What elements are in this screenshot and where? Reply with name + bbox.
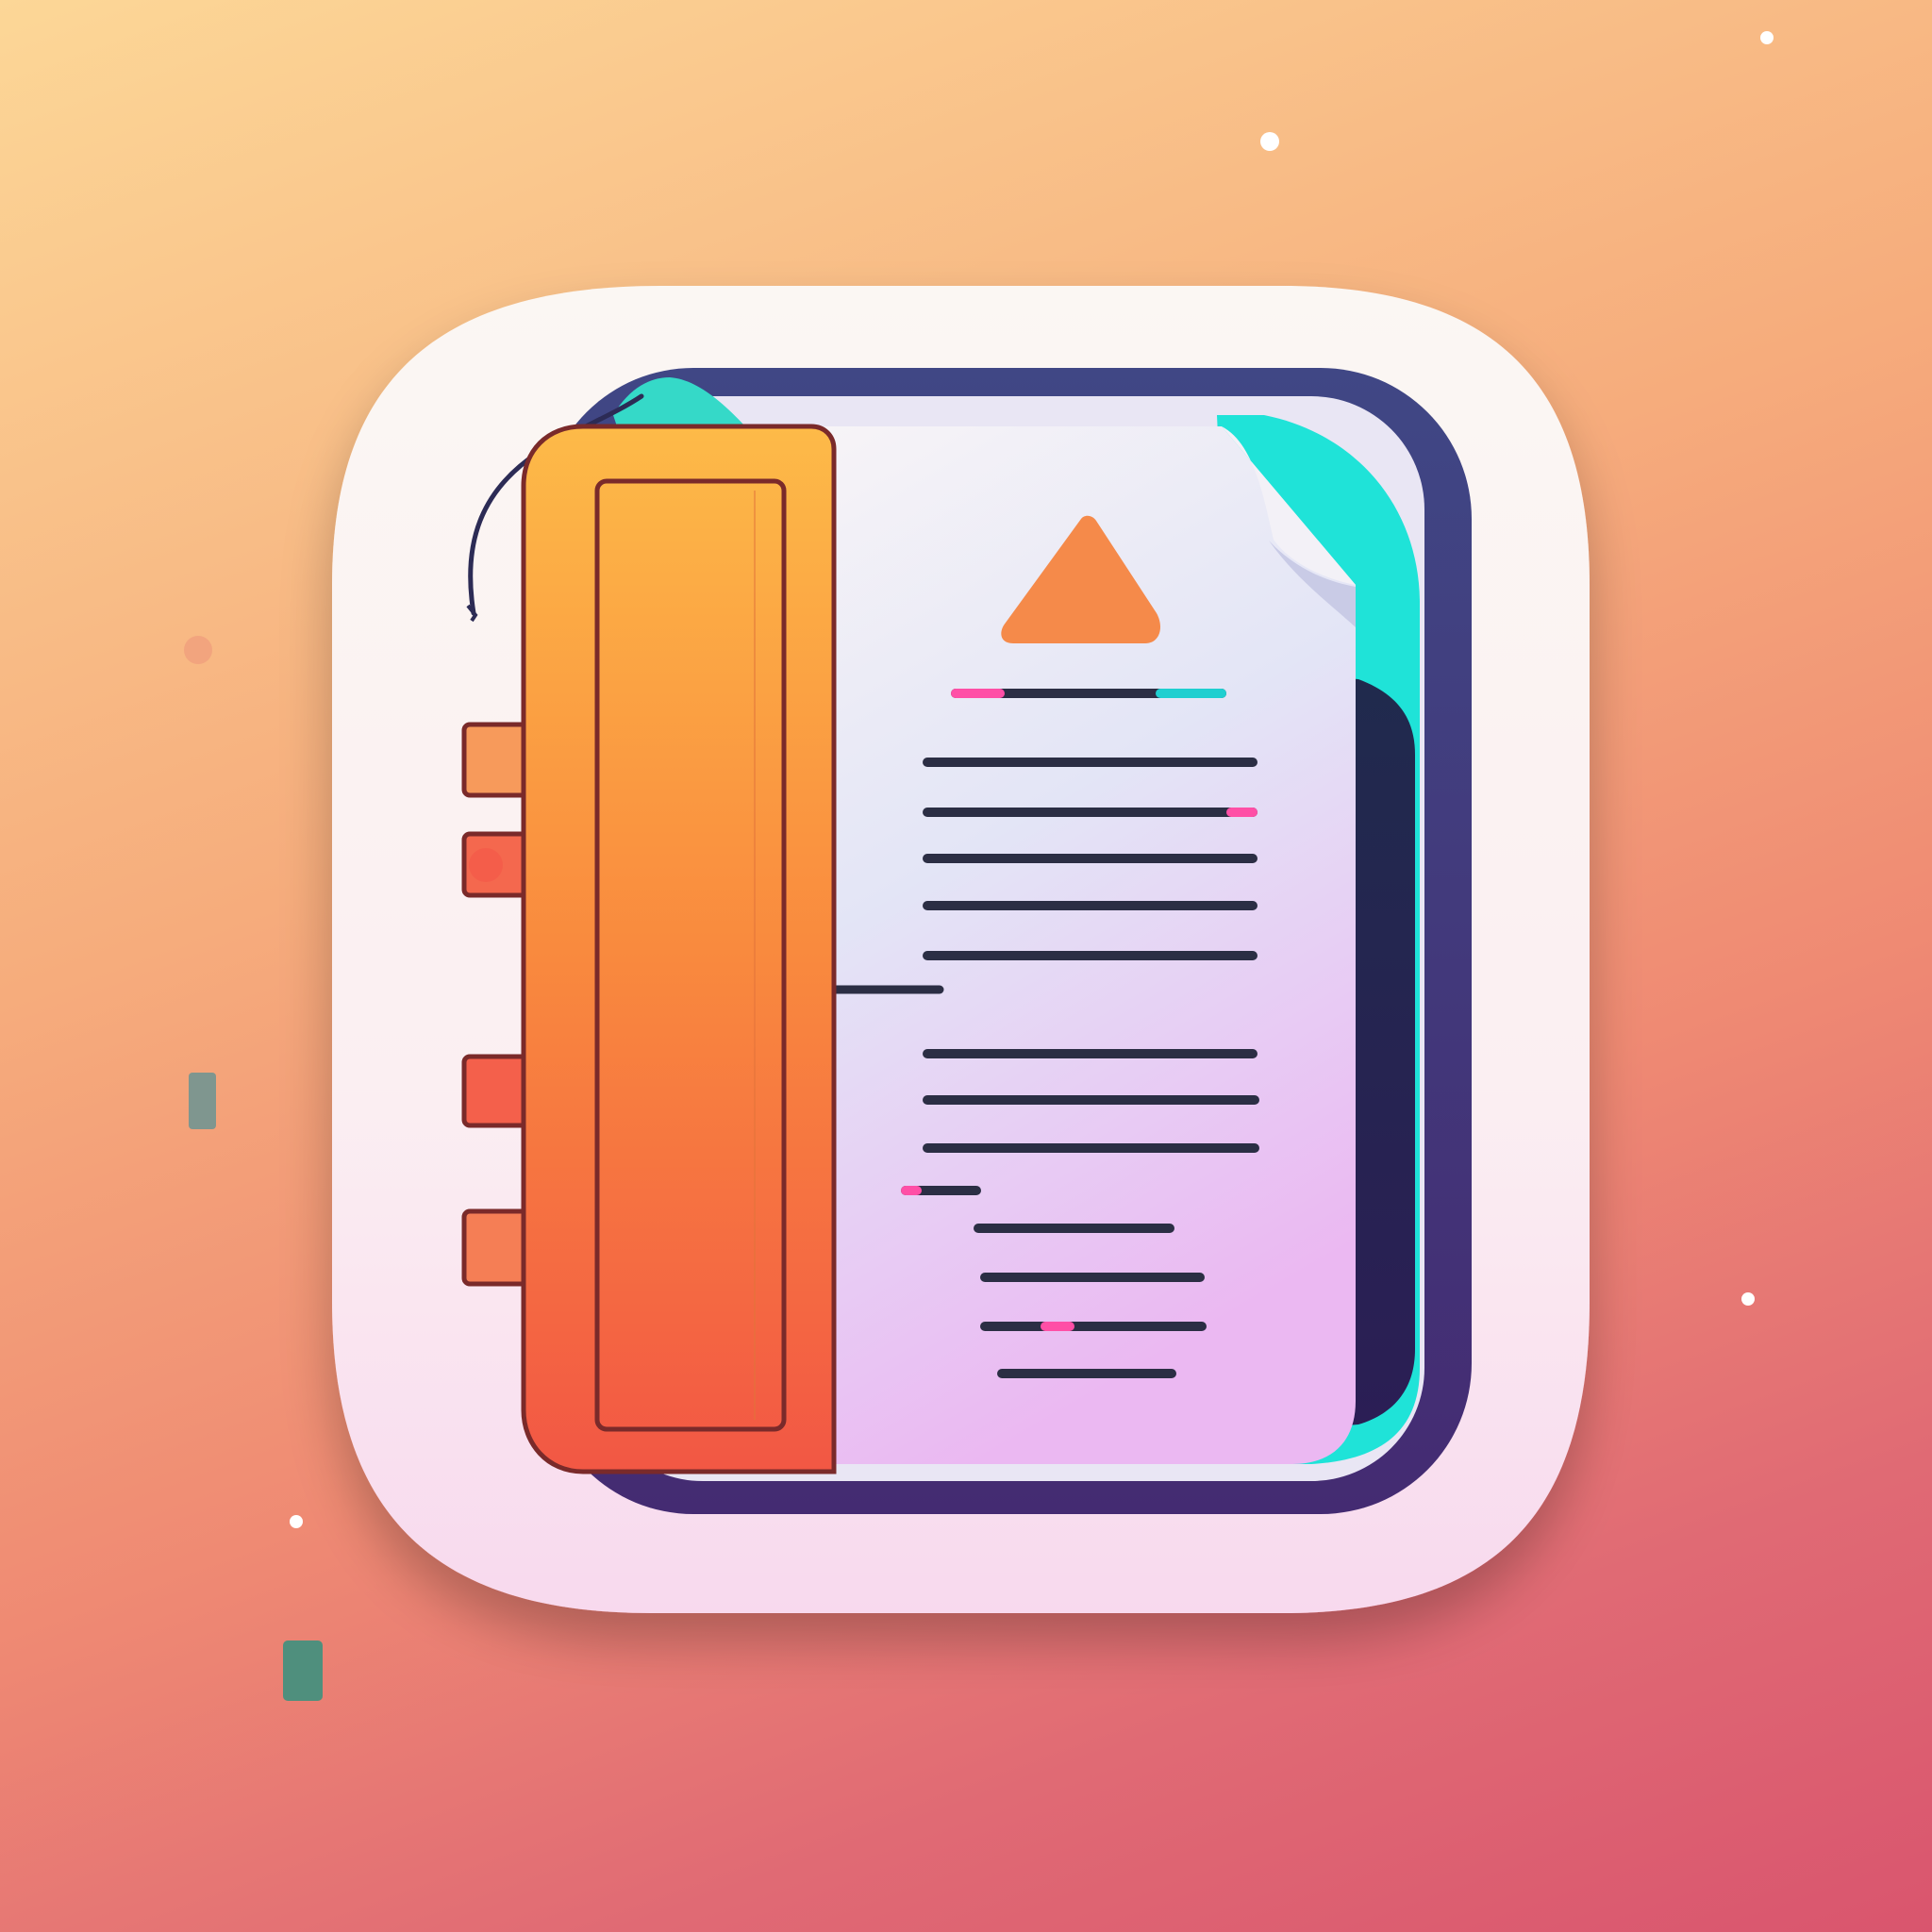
app-icon-illustration — [184, 31, 1774, 1701]
orange-binder-cover — [521, 424, 837, 1474]
